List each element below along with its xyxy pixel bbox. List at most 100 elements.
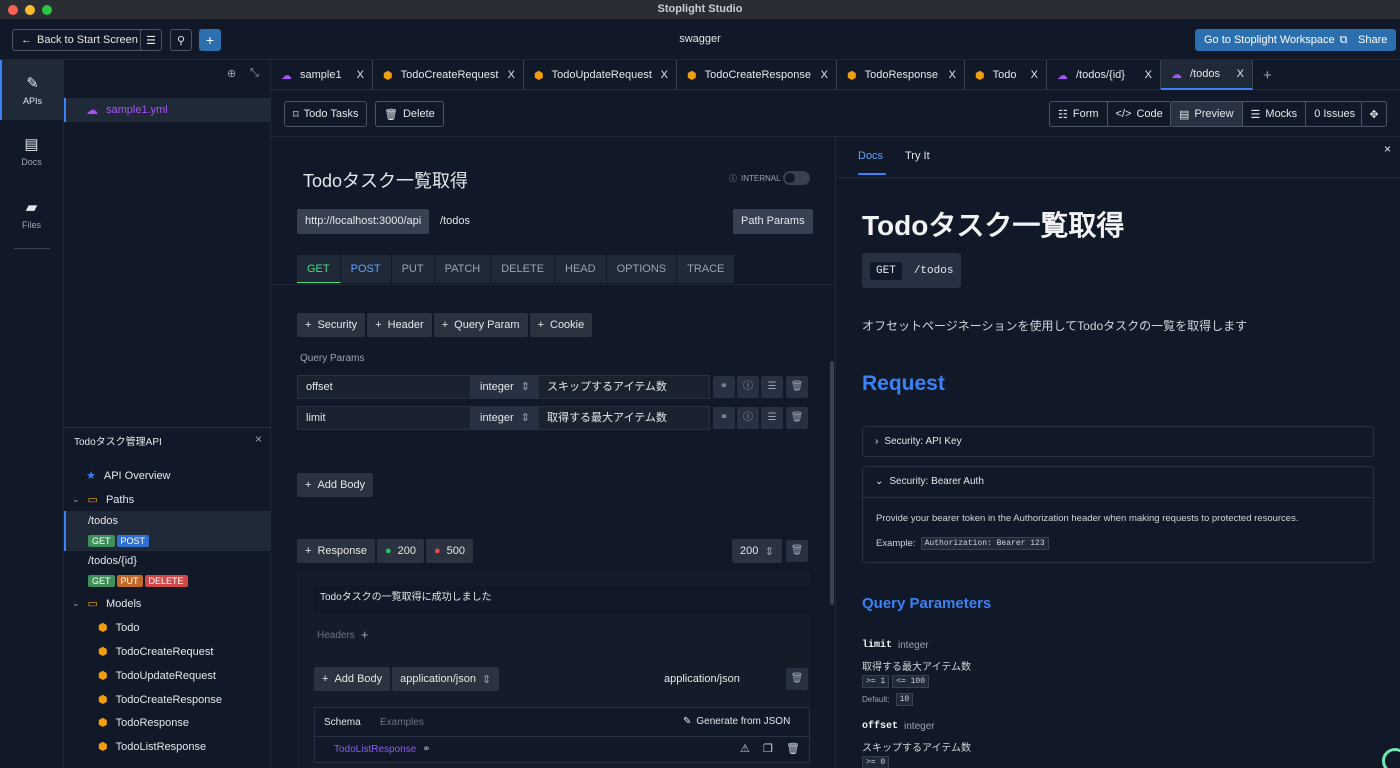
method-tab-put[interactable]: PUT xyxy=(391,255,435,283)
model-item[interactable]: ⬢ TodoCreateResponse xyxy=(98,693,222,707)
menu-button[interactable]: ☰ xyxy=(140,29,162,51)
param-description-input[interactable]: 取得する最大アイテム数 xyxy=(538,406,710,430)
window-controls[interactable] xyxy=(8,5,52,15)
tab-examples[interactable]: Examples xyxy=(380,717,424,728)
delete-button[interactable]: 🗑 Delete xyxy=(375,101,444,127)
param-description-input[interactable]: スキップするアイテム数 xyxy=(538,375,710,399)
add-button[interactable]: + xyxy=(199,29,221,51)
back-to-start-button[interactable]: ← Back to Start Screen xyxy=(12,29,147,51)
schema-ref-link[interactable]: TodoListResponse ⚭ xyxy=(334,744,431,755)
go-to-workspace-button[interactable]: Go to Stoplight Workspace ⧉ xyxy=(1195,29,1357,51)
model-item[interactable]: ⬢ TodoCreateRequest xyxy=(98,645,213,659)
close-icon[interactable]: X xyxy=(1237,68,1244,80)
operation-title[interactable]: Todoタスク一覧取得 xyxy=(303,167,468,193)
param-type-select[interactable]: integer ⇕ xyxy=(471,375,538,399)
tab-sample1[interactable]: ☁ sample1 X xyxy=(271,60,373,90)
add-body-button[interactable]: + Add Body xyxy=(297,473,374,497)
search-button[interactable]: ⚲ xyxy=(170,29,192,51)
add-security-button[interactable]: + Security xyxy=(297,313,366,337)
form-mode-button[interactable]: ☷ Form xyxy=(1050,102,1108,126)
method-tab-head[interactable]: HEAD xyxy=(555,255,607,283)
tab-todo-create-request[interactable]: ⬢ TodoCreateRequest X xyxy=(373,60,524,90)
scrollbar[interactable] xyxy=(830,361,834,605)
add-body-button[interactable]: + Add Body xyxy=(314,667,391,691)
tab-todos[interactable]: ☁/todos X xyxy=(1161,60,1253,90)
method-tab-get[interactable]: GET xyxy=(297,255,341,283)
close-window-button[interactable] xyxy=(8,5,18,15)
tab-todo-create-response[interactable]: ⬢ TodoCreateResponse X xyxy=(677,60,837,90)
close-icon[interactable]: X xyxy=(949,69,956,81)
tab-try-it[interactable]: Try It xyxy=(905,150,930,162)
expand-button[interactable]: ✥ xyxy=(1361,101,1387,127)
code-mode-button[interactable]: </> Code xyxy=(1108,102,1171,126)
method-tab-options[interactable]: OPTIONS xyxy=(606,255,678,283)
method-tab-trace[interactable]: TRACE xyxy=(677,255,736,283)
book-icon[interactable]: ❐ xyxy=(763,742,773,755)
method-tab-post[interactable]: POST xyxy=(340,255,392,283)
new-tab-button[interactable]: + xyxy=(1253,60,1280,90)
trash-icon[interactable]: 🗑 xyxy=(786,742,800,755)
api-overview-item[interactable]: ★ API Overview xyxy=(86,469,171,483)
tags-button[interactable]: ⌑ Todo Tasks xyxy=(284,101,368,127)
help-widget[interactable] xyxy=(1382,748,1400,768)
tab-todo[interactable]: ⬢ Todo X xyxy=(965,60,1047,90)
add-response-button[interactable]: + Response xyxy=(297,539,375,563)
method-tab-patch[interactable]: PATCH xyxy=(434,255,492,283)
maximize-window-button[interactable] xyxy=(42,5,52,15)
paths-group[interactable]: ⌄ ▭ Paths xyxy=(72,493,134,507)
path-item-todos-id[interactable]: /todos/{id} GET PUT DELETE xyxy=(64,552,271,592)
model-item[interactable]: ⬢ TodoResponse xyxy=(98,716,189,730)
path-item-todos[interactable]: /todos GET POST xyxy=(64,511,271,551)
model-item[interactable]: ⬢ TodoListResponse xyxy=(98,740,206,754)
path-params-button[interactable]: Path Params xyxy=(733,209,813,234)
rail-item-files[interactable]: ▰ Files xyxy=(0,198,63,230)
trash-icon[interactable]: 🗑 xyxy=(786,668,808,690)
close-icon[interactable]: X xyxy=(1031,69,1038,81)
response-200-tab[interactable]: ● 200 xyxy=(376,539,424,563)
list-icon[interactable]: ☰ xyxy=(761,376,783,398)
models-group[interactable]: ⌄ ▭ Models xyxy=(72,597,141,611)
info-icon[interactable]: ⓘ xyxy=(737,407,759,429)
warning-icon[interactable]: ⚠ xyxy=(740,742,750,755)
mocks-button[interactable]: ☰ Mocks xyxy=(1243,102,1307,126)
internal-toggle[interactable] xyxy=(783,171,810,185)
add-header-button[interactable]: + Header xyxy=(367,313,432,337)
server-url[interactable]: http://localhost:3000/api xyxy=(297,209,430,234)
param-name-input[interactable]: limit xyxy=(297,406,471,430)
tab-todo-update-request[interactable]: ⬢ TodoUpdateRequest X xyxy=(524,60,677,90)
security-bearer-section[interactable]: ⌄ Security: Bearer Auth Provide your bear… xyxy=(862,466,1374,563)
minimize-window-button[interactable] xyxy=(25,5,35,15)
tab-schema[interactable]: Schema xyxy=(324,717,361,728)
info-icon[interactable]: ⓘ xyxy=(737,376,759,398)
collapse-icon[interactable]: ⤡ xyxy=(250,67,259,80)
close-icon[interactable]: × xyxy=(1384,142,1391,156)
rail-item-docs[interactable]: ▤ Docs xyxy=(0,135,63,167)
preview-button[interactable]: ▤ Preview xyxy=(1171,102,1243,126)
add-cookie-button[interactable]: + Cookie xyxy=(529,313,593,337)
param-name-input[interactable]: offset xyxy=(297,375,471,399)
response-description[interactable]: Todoタスクの一覧取得に成功しました xyxy=(313,585,810,613)
rail-item-apis[interactable]: ✎ APIs xyxy=(0,60,63,120)
security-api-key-section[interactable]: › Security: API Key xyxy=(862,426,1374,457)
list-icon[interactable]: ☰ xyxy=(761,407,783,429)
link-icon[interactable]: ⚭ xyxy=(713,407,735,429)
content-type-select[interactable]: application/json ⇕ xyxy=(392,667,500,691)
path-input[interactable]: /todos xyxy=(440,215,470,227)
file-item[interactable]: ☁ sample1.yml xyxy=(64,98,271,122)
close-icon[interactable]: X xyxy=(1145,69,1152,81)
close-icon[interactable]: X xyxy=(661,69,668,81)
tab-todos-id[interactable]: ☁/todos/{id} X xyxy=(1047,60,1161,90)
close-icon[interactable]: X xyxy=(357,69,364,81)
close-icon[interactable]: X xyxy=(821,69,828,81)
param-type-select[interactable]: integer ⇕ xyxy=(471,406,538,430)
share-button[interactable]: Share xyxy=(1349,29,1397,51)
model-item[interactable]: ⬢ Todo xyxy=(98,621,139,635)
trash-icon[interactable]: 🗑 xyxy=(786,540,808,562)
generate-from-json-button[interactable]: ✎ Generate from JSON xyxy=(683,716,790,727)
add-query-param-button[interactable]: + Query Param xyxy=(433,313,528,337)
model-item[interactable]: ⬢ TodoUpdateRequest xyxy=(98,669,216,683)
trash-icon[interactable]: 🗑 xyxy=(786,376,808,398)
tab-docs[interactable]: Docs xyxy=(858,150,883,162)
target-icon[interactable]: ⊕ xyxy=(227,67,236,80)
headers-row[interactable]: Headers + xyxy=(317,628,368,641)
